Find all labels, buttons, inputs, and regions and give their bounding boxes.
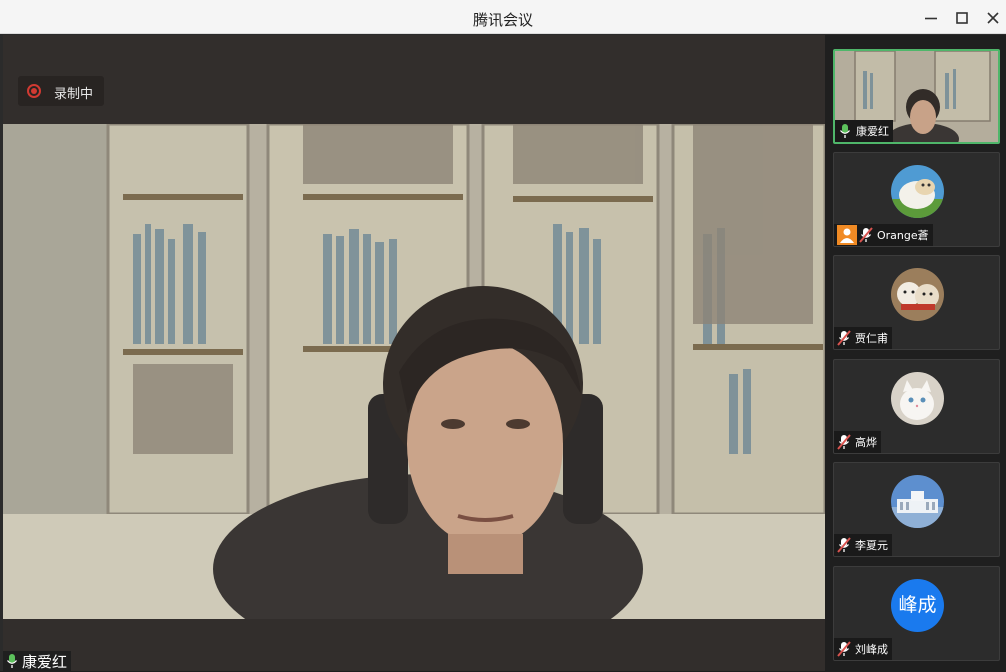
participant-list: 康爱红 Orange蒼 贾仁甫 高烨 李夏元 峰成 刘峰成 [825, 35, 1006, 671]
close-icon [987, 12, 999, 24]
maximize-icon [956, 12, 968, 24]
participant-name: 李夏元 [855, 539, 888, 552]
speaker-video-image [3, 124, 825, 619]
recording-label: 录制中 [54, 87, 94, 102]
sheep-avatar-image [891, 165, 944, 218]
microphone-muted-icon [859, 227, 873, 243]
microphone-on-icon [839, 124, 851, 138]
participant-nametag: 高烨 [834, 431, 881, 453]
building-avatar-image [891, 475, 944, 528]
title-bar: 腾讯会议 [0, 0, 1006, 34]
participant-name: 高烨 [855, 436, 877, 449]
participant-nametag: 贾仁甫 [834, 327, 892, 349]
minimize-icon [925, 17, 937, 20]
main-speaker-nametag: 康爱红 [3, 651, 72, 671]
participant-tile[interactable]: 贾仁甫 [833, 255, 1000, 350]
avatar [891, 165, 944, 218]
participant-nametag: Orange蒼 [834, 224, 933, 246]
maximize-button[interactable] [951, 7, 973, 29]
main-video-feed [3, 124, 825, 619]
microphone-muted-icon [837, 537, 851, 553]
main-video-area[interactable]: 录制中 康爱红 [3, 35, 825, 671]
dogs-avatar-image [891, 268, 944, 321]
avatar [891, 268, 944, 321]
microphone-muted-icon [837, 434, 851, 450]
participant-name: 刘峰成 [855, 643, 888, 656]
microphone-muted-icon [837, 330, 851, 346]
microphone-on-icon [6, 654, 18, 668]
recording-indicator[interactable]: 录制中 [18, 76, 104, 106]
close-button[interactable] [982, 7, 1004, 29]
participant-nametag: 李夏元 [834, 534, 892, 556]
participant-tile[interactable]: 高烨 [833, 359, 1000, 454]
record-icon [27, 84, 41, 98]
participant-tile[interactable]: 康爱红 [833, 49, 1000, 144]
window-title: 腾讯会议 [472, 11, 533, 29]
participant-tile[interactable]: Orange蒼 [833, 152, 1000, 247]
avatar [891, 475, 944, 528]
text-avatar: 峰成 [891, 579, 944, 632]
participant-tile[interactable]: 李夏元 [833, 462, 1000, 557]
cat-avatar-image [891, 372, 944, 425]
participant-name: 康爱红 [856, 125, 889, 138]
meeting-window: 腾讯会议 录制中 康爱红 康爱红 Orange蒼 贾仁甫 高烨 李夏元 峰成 刘… [0, 0, 1006, 671]
main-speaker-name: 康爱红 [22, 652, 68, 671]
microphone-muted-icon [837, 641, 851, 657]
participant-nametag: 刘峰成 [834, 638, 892, 660]
participant-name: Orange蒼 [877, 229, 929, 242]
participant-name: 贾仁甫 [855, 332, 888, 345]
host-person-icon [837, 225, 857, 245]
participant-tile[interactable]: 峰成 刘峰成 [833, 566, 1000, 661]
avatar [891, 372, 944, 425]
minimize-button[interactable] [920, 7, 942, 29]
participant-nametag: 康爱红 [835, 120, 893, 142]
